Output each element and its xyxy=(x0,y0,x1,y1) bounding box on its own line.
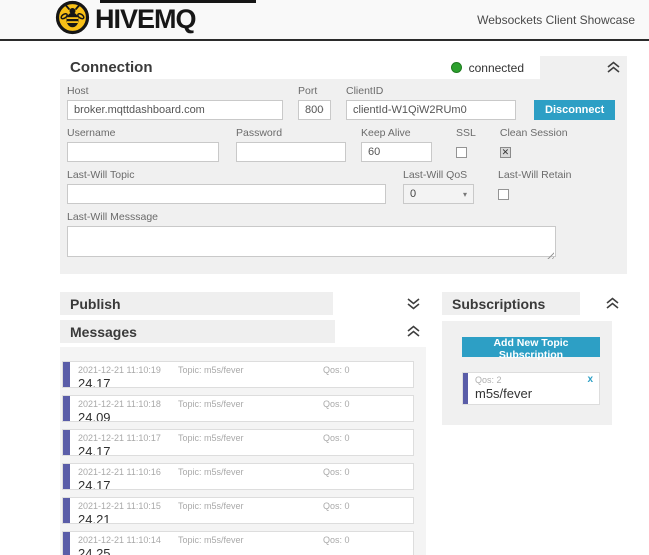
connection-title: Connection xyxy=(60,56,153,79)
connection-status-badge: connected xyxy=(441,56,540,79)
message-topic: Topic: m5s/fever xyxy=(178,365,323,375)
message-payload: 24.17 xyxy=(78,478,407,490)
host-input[interactable] xyxy=(67,100,283,120)
message-payload: 24.25 xyxy=(78,546,407,555)
last-will-qos-select[interactable]: 0 ▾ xyxy=(403,184,474,204)
subscriptions-list: Qos: 2 x m5s/fever xyxy=(462,372,600,405)
ssl-checkbox[interactable] xyxy=(456,147,467,158)
keep-alive-input[interactable] xyxy=(361,142,432,162)
last-will-qos-label: Last-Will QoS xyxy=(403,169,474,181)
select-arrow-icon: ▾ xyxy=(463,190,467,199)
subscriptions-panel-body: Add New Topic Subscription Qos: 2 x m5s/… xyxy=(442,321,612,425)
status-label: connected xyxy=(469,61,524,75)
message-timestamp: 2021-12-21 11:10:19 xyxy=(78,365,178,375)
connection-form: Host Port ClientID Disconnect Username xyxy=(60,79,627,274)
message-qos: Qos: 0 xyxy=(323,399,350,409)
page-title: Websockets Client Showcase xyxy=(477,13,635,27)
port-input[interactable] xyxy=(298,100,331,120)
messages-title: Messages xyxy=(70,324,137,340)
message-color-bar xyxy=(63,362,70,387)
hivemq-wordmark: HIVEMQ xyxy=(95,4,196,35)
message-timestamp: 2021-12-21 11:10:18 xyxy=(78,399,178,409)
clean-session-label: Clean Session xyxy=(500,127,568,139)
subscription-qos: Qos: 2 xyxy=(475,375,502,385)
keep-alive-label: Keep Alive xyxy=(361,127,432,139)
message-timestamp: 2021-12-21 11:10:14 xyxy=(78,535,178,545)
message-topic: Topic: m5s/fever xyxy=(178,433,323,443)
last-will-message-label: Last-Will Messsage xyxy=(67,211,556,223)
message-topic: Topic: m5s/fever xyxy=(178,535,323,545)
messages-list: 2021-12-21 11:10:19 Topic: m5s/fever Qos… xyxy=(60,347,426,555)
top-edge-artifact xyxy=(100,0,256,3)
message-qos: Qos: 0 xyxy=(323,365,350,375)
clean-session-checkbox[interactable]: ✕ xyxy=(500,147,511,158)
message-card: 2021-12-21 11:10:15 Topic: m5s/fever Qos… xyxy=(62,497,414,524)
last-will-message-textarea[interactable] xyxy=(67,226,556,257)
connection-collapse-chevron-up-icon[interactable] xyxy=(606,61,621,74)
app-header: HIVEMQ Websockets Client Showcase xyxy=(0,0,649,41)
username-input[interactable] xyxy=(67,142,219,162)
port-label: Port xyxy=(298,85,331,97)
last-will-topic-label: Last-Will Topic xyxy=(67,169,386,181)
publish-expand-chevron-down-icon[interactable] xyxy=(406,292,421,315)
status-dot-icon xyxy=(451,62,462,73)
last-will-topic-input[interactable] xyxy=(67,184,386,204)
password-input[interactable] xyxy=(236,142,346,162)
last-will-qos-value: 0 xyxy=(410,188,416,200)
username-label: Username xyxy=(67,127,219,139)
add-subscription-button[interactable]: Add New Topic Subscription xyxy=(462,337,600,357)
message-qos: Qos: 0 xyxy=(323,535,350,545)
message-topic: Topic: m5s/fever xyxy=(178,399,323,409)
message-timestamp: 2021-12-21 11:10:17 xyxy=(78,433,178,443)
clientid-label: ClientID xyxy=(346,85,516,97)
message-card: 2021-12-21 11:10:14 Topic: m5s/fever Qos… xyxy=(62,531,414,555)
message-timestamp: 2021-12-21 11:10:15 xyxy=(78,501,178,511)
message-card: 2021-12-21 11:10:18 Topic: m5s/fever Qos… xyxy=(62,395,414,422)
publish-header: Publish xyxy=(60,292,426,315)
connection-panel: Connection connected Host xyxy=(60,56,627,274)
password-label: Password xyxy=(236,127,346,139)
subscriptions-header: Subscriptions xyxy=(442,292,625,315)
disconnect-button[interactable]: Disconnect xyxy=(534,100,615,120)
messages-header: Messages xyxy=(60,320,426,343)
subscriptions-collapse-chevron-up-icon[interactable] xyxy=(605,292,620,315)
ssl-label: SSL xyxy=(456,127,476,139)
subscriptions-title: Subscriptions xyxy=(452,296,545,312)
message-timestamp: 2021-12-21 11:10:16 xyxy=(78,467,178,477)
message-color-bar xyxy=(63,396,70,421)
message-card: 2021-12-21 11:10:17 Topic: m5s/fever Qos… xyxy=(62,429,414,456)
message-payload: 24.21 xyxy=(78,512,407,524)
connection-header: Connection connected xyxy=(60,56,627,79)
last-will-retain-label: Last-Will Retain xyxy=(498,169,572,181)
message-qos: Qos: 0 xyxy=(323,433,350,443)
message-qos: Qos: 0 xyxy=(323,467,350,477)
subscription-color-bar xyxy=(463,373,468,404)
messages-collapse-chevron-up-icon[interactable] xyxy=(406,320,421,343)
remove-subscription-button[interactable]: x xyxy=(587,375,593,385)
message-qos: Qos: 0 xyxy=(323,501,350,511)
hivemq-brand: HIVEMQ xyxy=(55,0,196,40)
subscription-card: Qos: 2 x m5s/fever xyxy=(462,372,600,405)
message-payload: 24.09 xyxy=(78,410,407,422)
message-color-bar xyxy=(63,464,70,489)
hivemq-bee-icon xyxy=(55,0,90,40)
message-payload: 24.17 xyxy=(78,376,407,388)
message-topic: Topic: m5s/fever xyxy=(178,467,323,477)
message-topic: Topic: m5s/fever xyxy=(178,501,323,511)
message-card: 2021-12-21 11:10:16 Topic: m5s/fever Qos… xyxy=(62,463,414,490)
clientid-input[interactable] xyxy=(346,100,516,120)
last-will-retain-checkbox[interactable] xyxy=(498,189,509,200)
message-payload: 24.17 xyxy=(78,444,407,456)
publish-title: Publish xyxy=(70,296,121,312)
message-color-bar xyxy=(63,430,70,455)
host-label: Host xyxy=(67,85,283,97)
message-color-bar xyxy=(63,498,70,523)
message-color-bar xyxy=(63,532,70,555)
subscription-topic: m5s/fever xyxy=(475,386,593,401)
message-card: 2021-12-21 11:10:19 Topic: m5s/fever Qos… xyxy=(62,361,414,388)
